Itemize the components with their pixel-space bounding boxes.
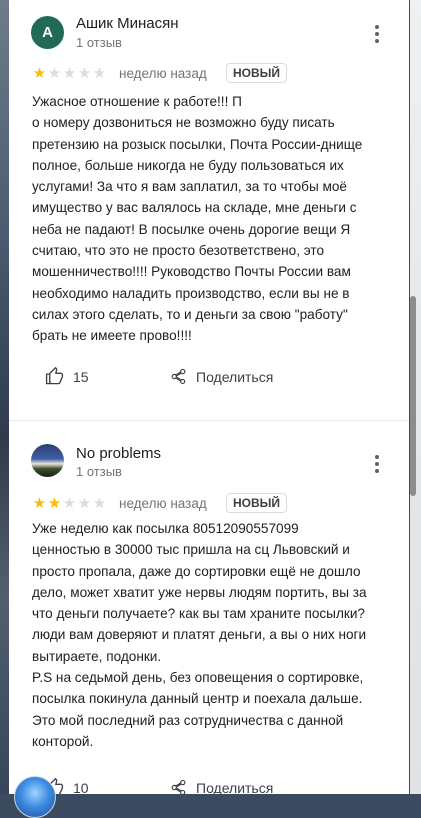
- star-icon: ★: [47, 65, 62, 82]
- star-icon: ★: [62, 65, 77, 82]
- share-label: Поделиться: [196, 368, 274, 385]
- like-button[interactable]: 15: [45, 367, 89, 386]
- avatar[interactable]: А: [31, 16, 64, 49]
- more-vert-icon[interactable]: [367, 452, 387, 476]
- review-text: Ужасное отношение к работе!!! П о номеру…: [32, 94, 363, 344]
- star-icon: ★: [92, 65, 107, 82]
- like-count: 10: [73, 779, 89, 795]
- star-icon: ★: [92, 495, 107, 512]
- review-time: неделю назад: [119, 66, 207, 81]
- share-button[interactable]: Поделиться: [170, 778, 273, 794]
- reviews-panel: А Ашик Минасян 1 отзыв ★ ★ ★ ★ ★ неделю наза…: [9, 0, 409, 794]
- review-card: А Ашик Минасян 1 отзыв ★ ★ ★ ★ ★ неделю наза…: [9, 0, 409, 420]
- share-label: Поделиться: [196, 779, 274, 795]
- author-review-count[interactable]: 1 отзыв: [76, 35, 122, 50]
- star-icon: ★: [77, 65, 92, 82]
- share-icon: [171, 779, 186, 794]
- divider: [9, 420, 409, 421]
- star-icon: ★: [32, 65, 47, 82]
- avatar[interactable]: [31, 444, 64, 477]
- background-map-left: [0, 0, 9, 794]
- like-count: 15: [73, 368, 89, 385]
- new-badge: НОВЫЙ: [226, 63, 288, 83]
- star-icon: ★: [47, 495, 62, 512]
- share-icon: [171, 368, 186, 385]
- scrollbar-thumb[interactable]: [410, 296, 416, 496]
- star-icon: ★: [62, 495, 77, 512]
- author-review-count[interactable]: 1 отзыв: [76, 464, 122, 479]
- star-rating: ★ ★ ★ ★ ★: [32, 66, 107, 82]
- review-card: No problems 1 отзыв ★ ★ ★ ★ ★ неделю назад Н…: [9, 430, 409, 794]
- review-time: неделю назад: [119, 496, 207, 511]
- review-text: Уже неделю как посылка 80512090557099 це…: [32, 521, 367, 749]
- star-icon: ★: [77, 495, 92, 512]
- new-badge: НОВЫЙ: [226, 493, 288, 513]
- thumb-up-icon: [45, 367, 64, 385]
- share-button[interactable]: Поделиться: [170, 367, 273, 386]
- author-name[interactable]: No problems: [76, 445, 161, 462]
- start-button[interactable]: [14, 776, 56, 818]
- author-name[interactable]: Ашик Минасян: [76, 15, 179, 32]
- star-rating: ★ ★ ★ ★ ★: [32, 496, 107, 512]
- star-icon: ★: [32, 495, 47, 512]
- more-vert-icon[interactable]: [367, 22, 387, 46]
